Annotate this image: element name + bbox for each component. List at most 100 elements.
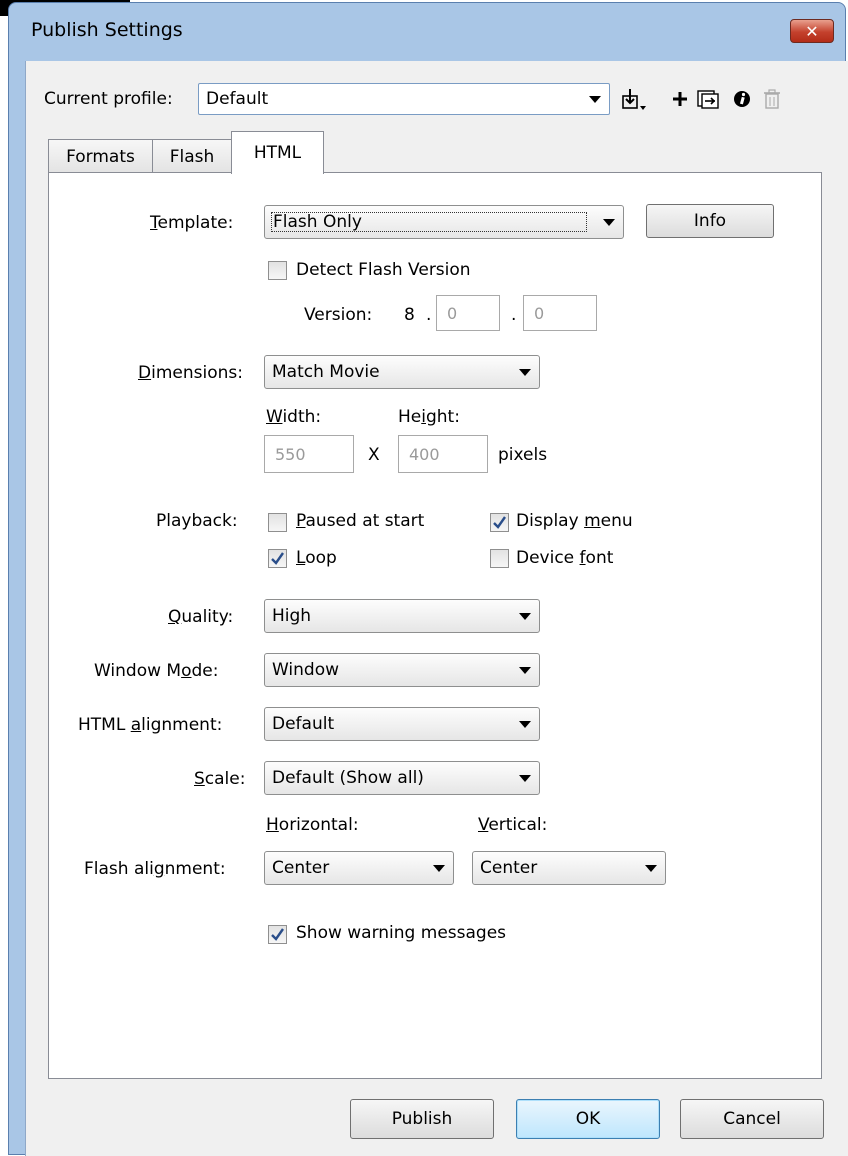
ok-button[interactable]: OK <box>516 1099 660 1139</box>
quality-label: Quality: <box>168 607 234 627</box>
height-value: 400 <box>409 444 440 464</box>
chevron-down-icon <box>511 612 539 620</box>
current-profile-value: Default <box>206 89 269 109</box>
chevron-down-icon <box>511 774 539 782</box>
show-warning-messages-label: Show warning messages <box>296 923 507 943</box>
plus-icon <box>673 92 687 106</box>
height-input[interactable]: 400 <box>398 435 488 473</box>
height-label: Height: <box>398 407 460 427</box>
width-label: Width: <box>266 407 322 427</box>
current-profile-label: Current profile: <box>44 89 173 109</box>
duplicate-profile-button[interactable] <box>694 85 722 113</box>
html-alignment-label: HTML alignment: <box>78 715 223 735</box>
window-title: Publish Settings <box>31 19 183 41</box>
loop-label: Loop <box>296 548 337 568</box>
pixels-unit-label: pixels <box>498 445 548 465</box>
chevron-down-icon <box>595 218 623 226</box>
tab-flash-label: Flash <box>169 146 215 167</box>
version-revision-input[interactable]: 0 <box>523 295 597 331</box>
paused-at-start-checkbox[interactable] <box>268 513 287 532</box>
chevron-down-icon <box>425 864 453 872</box>
trash-icon <box>764 89 780 109</box>
width-input[interactable]: 550 <box>264 435 354 473</box>
tab-formats[interactable]: Formats <box>48 139 153 173</box>
publish-label: Publish <box>391 1109 453 1129</box>
window-mode-value: Window <box>272 660 340 680</box>
horizontal-label: Horizontal: <box>266 815 359 835</box>
delete-profile-button[interactable] <box>758 85 786 113</box>
checkmark-icon <box>271 552 284 565</box>
scale-value: Default (Show all) <box>272 768 424 788</box>
paused-at-start-label: Paused at start <box>296 511 425 531</box>
horizontal-alignment-select[interactable]: Center <box>264 851 454 885</box>
publish-button[interactable]: Publish <box>350 1099 494 1139</box>
quality-select[interactable]: High <box>264 599 540 633</box>
checkmark-icon <box>271 928 284 941</box>
version-revision-value: 0 <box>534 303 545 323</box>
info-icon <box>734 91 750 107</box>
version-separator-1: . <box>426 305 432 325</box>
title-bar[interactable]: Publish Settings ✕ <box>9 3 847 61</box>
detect-flash-version-label: Detect Flash Version <box>296 260 471 280</box>
playback-label: Playback: <box>156 511 238 531</box>
chevron-down-icon <box>511 720 539 728</box>
dimensions-select[interactable]: Match Movie <box>264 355 540 389</box>
close-icon: ✕ <box>805 21 819 41</box>
tab-flash[interactable]: Flash <box>152 139 232 173</box>
template-value: Flash Only <box>269 210 589 234</box>
template-select[interactable]: Flash Only <box>264 205 624 239</box>
current-profile-select[interactable]: Default <box>198 83 610 115</box>
tab-formats-label: Formats <box>66 146 135 167</box>
vertical-alignment-value: Center <box>480 858 538 878</box>
scale-select[interactable]: Default (Show all) <box>264 761 540 795</box>
version-minor-value: 0 <box>447 303 458 323</box>
dimensions-label: Dimensions: <box>138 363 243 383</box>
cancel-label: Cancel <box>723 1109 781 1129</box>
version-major: 8 <box>404 305 415 325</box>
chevron-down-icon <box>511 666 539 674</box>
publish-settings-window: Publish Settings ✕ Current profile: Defa… <box>8 2 848 1156</box>
chevron-down-icon <box>511 368 539 376</box>
html-alignment-value: Default <box>272 714 335 734</box>
profile-info-button[interactable] <box>728 85 756 113</box>
window-mode-label: Window Mode: <box>94 661 219 681</box>
html-alignment-select[interactable]: Default <box>264 707 540 741</box>
tab-html[interactable]: HTML <box>231 131 324 174</box>
vertical-label: Vertical: <box>478 815 548 835</box>
import-export-icon <box>622 89 646 110</box>
add-profile-button[interactable] <box>666 85 694 113</box>
show-warning-messages-checkbox[interactable] <box>268 925 287 944</box>
dialog-body: Current profile: Default Formats Flash H… <box>25 61 848 1156</box>
chevron-down-icon <box>637 864 665 872</box>
version-minor-input[interactable]: 0 <box>436 295 500 331</box>
version-label: Version: <box>304 305 373 325</box>
cancel-button[interactable]: Cancel <box>680 1099 824 1139</box>
chevron-down-icon <box>581 95 609 103</box>
tab-html-label: HTML <box>253 143 302 163</box>
horizontal-alignment-value: Center <box>272 858 330 878</box>
checkmark-icon <box>493 516 506 529</box>
scale-label: Scale: <box>194 769 246 789</box>
display-menu-label: Display menu <box>516 511 633 531</box>
template-label-rest: emplate: <box>157 213 234 233</box>
loop-checkbox[interactable] <box>268 549 287 568</box>
version-separator-2: . <box>511 305 517 325</box>
flash-alignment-label: Flash alignment: <box>84 859 226 879</box>
device-font-checkbox[interactable] <box>490 549 509 568</box>
template-info-button[interactable]: Info <box>646 204 774 238</box>
display-menu-checkbox[interactable] <box>490 513 509 532</box>
import-export-button[interactable] <box>620 85 648 113</box>
vertical-alignment-select[interactable]: Center <box>472 851 666 885</box>
width-value: 550 <box>275 444 306 464</box>
quality-value: High <box>272 606 312 626</box>
template-info-label: Info <box>693 211 727 231</box>
close-button[interactable]: ✕ <box>790 19 834 43</box>
dimensions-value: Match Movie <box>272 362 380 382</box>
device-font-label: Device font <box>516 548 614 568</box>
window-mode-select[interactable]: Window <box>264 653 540 687</box>
dimensions-times: X <box>368 445 380 465</box>
ok-label: OK <box>575 1109 601 1129</box>
detect-flash-version-checkbox[interactable] <box>268 261 287 280</box>
template-label: Template: <box>150 213 234 233</box>
duplicate-icon <box>697 90 719 109</box>
